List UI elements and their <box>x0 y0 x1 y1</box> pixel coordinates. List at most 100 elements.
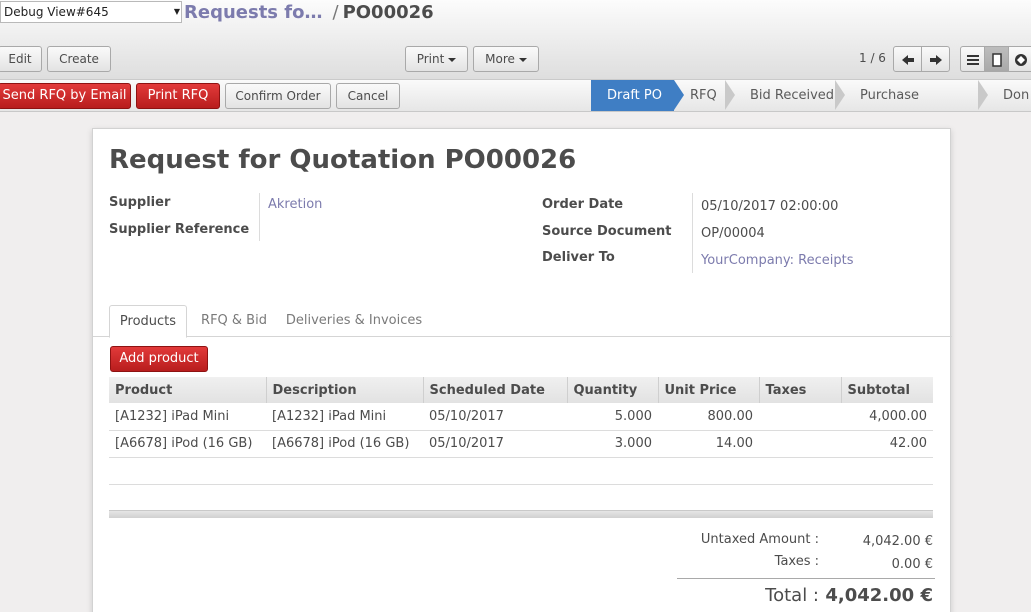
send-rfq-label: Send RFQ by Email <box>2 88 127 103</box>
send-rfq-email-button[interactable]: Send RFQ by Email <box>0 83 131 109</box>
edit-button[interactable]: Edit <box>0 46 42 72</box>
table-row[interactable]: [A1232] iPad Mini [A1232] iPad Mini 05/1… <box>109 403 933 431</box>
print-dropdown-button[interactable]: Print <box>405 46 468 72</box>
pager-previous-button[interactable] <box>893 46 922 72</box>
form-sheet: Request for Quotation PO00026 Supplier S… <box>92 128 952 612</box>
cell-quantity: 5.000 <box>567 403 658 431</box>
order-lines-table: Product Description Scheduled Date Quant… <box>109 377 933 485</box>
stage-done[interactable]: Don <box>987 80 1031 111</box>
order-date-label: Order Date <box>542 197 624 212</box>
cell-quantity: 3.000 <box>567 430 658 458</box>
cell-scheduled-date: 05/10/2017 <box>423 430 567 458</box>
pager-counter: 1 / 6 <box>859 51 886 65</box>
top-bar: Debug View#645 ▼ Requests fo… / PO00026 Ed… <box>0 0 1031 80</box>
confirm-order-button[interactable]: Confirm Order <box>225 83 331 109</box>
cell-taxes <box>759 403 841 431</box>
edit-button-label: Edit <box>8 52 32 66</box>
cancel-label: Cancel <box>347 89 389 103</box>
tab-label: RFQ & Bid <box>201 313 267 328</box>
cell-subtotal: 4,000.00 <box>841 403 933 431</box>
form-view-button[interactable] <box>984 46 1009 72</box>
stage-draft-po[interactable]: Draft PO <box>591 80 684 111</box>
cell-description: [A6678] iPod (16 GB) <box>266 430 423 458</box>
cell-taxes <box>759 430 841 458</box>
stage-label: Draft PO <box>607 88 662 103</box>
create-button-label: Create <box>59 52 99 66</box>
stage-rfq[interactable]: RFQ <box>674 80 735 111</box>
stage-label: Don <box>1003 88 1030 103</box>
breadcrumb-parent-link[interactable]: Requests fo… <box>184 2 322 23</box>
breadcrumb: Requests fo… / PO00026 <box>184 2 434 24</box>
arrow-left-icon <box>901 54 914 65</box>
taxes-value: 0.00 € <box>891 557 933 572</box>
page-title: Request for Quotation PO00026 <box>109 145 577 175</box>
supplier-reference-label: Supplier Reference <box>109 222 250 237</box>
column-header[interactable]: Unit Price <box>658 377 760 403</box>
print-button-label: Print <box>416 52 445 66</box>
cell-product: [A1232] iPad Mini <box>109 403 266 431</box>
breadcrumb-current: PO00026 <box>342 2 434 23</box>
print-rfq-label: Print RFQ <box>147 88 209 103</box>
debug-view-select[interactable]: Debug View#645 ▼ <box>0 1 182 23</box>
cell-scheduled-date: 05/10/2017 <box>423 403 567 431</box>
more-button-label: More <box>485 52 515 66</box>
create-button[interactable]: Create <box>47 46 111 72</box>
source-document-label: Source Document <box>542 224 672 239</box>
supplier-link[interactable]: Akretion <box>268 197 322 212</box>
source-document-value: OP/00004 <box>701 226 765 241</box>
untaxed-amount-label: Untaxed Amount : <box>700 532 819 547</box>
confirm-order-label: Confirm Order <box>235 89 321 103</box>
table-header-row: Product Description Scheduled Date Quant… <box>109 377 933 403</box>
deliver-to-label: Deliver To <box>542 250 615 265</box>
debug-view-value: Debug View#645 <box>4 5 109 19</box>
diagram-view-button[interactable] <box>1008 46 1031 72</box>
column-header[interactable]: Description <box>266 377 424 403</box>
column-header[interactable]: Scheduled Date <box>423 377 568 403</box>
cell-product: [A6678] iPod (16 GB) <box>109 430 266 458</box>
add-product-button[interactable]: Add product <box>110 346 208 372</box>
column-header[interactable]: Subtotal <box>841 377 933 403</box>
add-product-label: Add product <box>119 351 199 366</box>
list-icon <box>966 54 979 65</box>
order-date-value: 05/10/2017 02:00:00 <box>701 199 839 214</box>
taxes-label: Taxes : <box>774 554 819 569</box>
form-icon <box>991 52 1002 67</box>
cell-subtotal: 42.00 <box>841 430 933 458</box>
tab-products[interactable]: Products <box>109 305 187 338</box>
tab-label: Deliveries & Invoices <box>285 313 423 328</box>
empty-row[interactable] <box>109 457 933 485</box>
stage-label: RFQ <box>690 88 717 103</box>
supplier-label: Supplier <box>109 195 171 210</box>
arrow-right-icon <box>929 54 942 65</box>
column-header[interactable]: Taxes <box>759 377 842 403</box>
caret-down-icon <box>448 57 457 62</box>
tab-deliveries-invoices[interactable]: Deliveries & Invoices <box>281 305 427 337</box>
cell-unit-price: 14.00 <box>658 430 759 458</box>
stage-purchase-confirmed[interactable]: Purchase Confirmed <box>844 80 988 134</box>
diagram-icon <box>1014 53 1027 66</box>
column-header[interactable]: Product <box>109 377 267 403</box>
status-bar: Send RFQ by Email Print RFQ Confirm Orde… <box>0 80 1031 134</box>
totals-divider <box>677 578 935 579</box>
stage-bid-received[interactable]: Bid Received <box>734 80 845 111</box>
stage-label: Bid Received <box>750 88 835 103</box>
notebook-tabs: Products RFQ & Bid Deliveries & Invoices <box>93 305 952 338</box>
table-row[interactable]: [A6678] iPod (16 GB) [A6678] iPod (16 GB… <box>109 430 933 458</box>
field-divider <box>692 193 693 273</box>
untaxed-amount-value: 4,042.00 € <box>862 534 933 549</box>
breadcrumb-separator: / <box>332 2 339 23</box>
cell-description: [A1232] iPad Mini <box>266 403 423 431</box>
more-dropdown-button[interactable]: More <box>473 46 539 72</box>
caret-down-icon <box>518 57 527 62</box>
pager-next-button[interactable] <box>921 46 950 72</box>
total-value: 4,042.00 € <box>825 585 933 606</box>
table-footer-divider <box>109 510 933 518</box>
cell-unit-price: 800.00 <box>658 403 759 431</box>
tab-rfq-bid[interactable]: RFQ & Bid <box>189 305 279 337</box>
cancel-button[interactable]: Cancel <box>336 83 400 109</box>
print-rfq-button[interactable]: Print RFQ <box>136 83 220 109</box>
list-view-button[interactable] <box>960 46 985 72</box>
deliver-to-link[interactable]: YourCompany: Receipts <box>701 253 854 268</box>
tab-label: Products <box>119 314 177 329</box>
column-header[interactable]: Quantity <box>567 377 659 403</box>
